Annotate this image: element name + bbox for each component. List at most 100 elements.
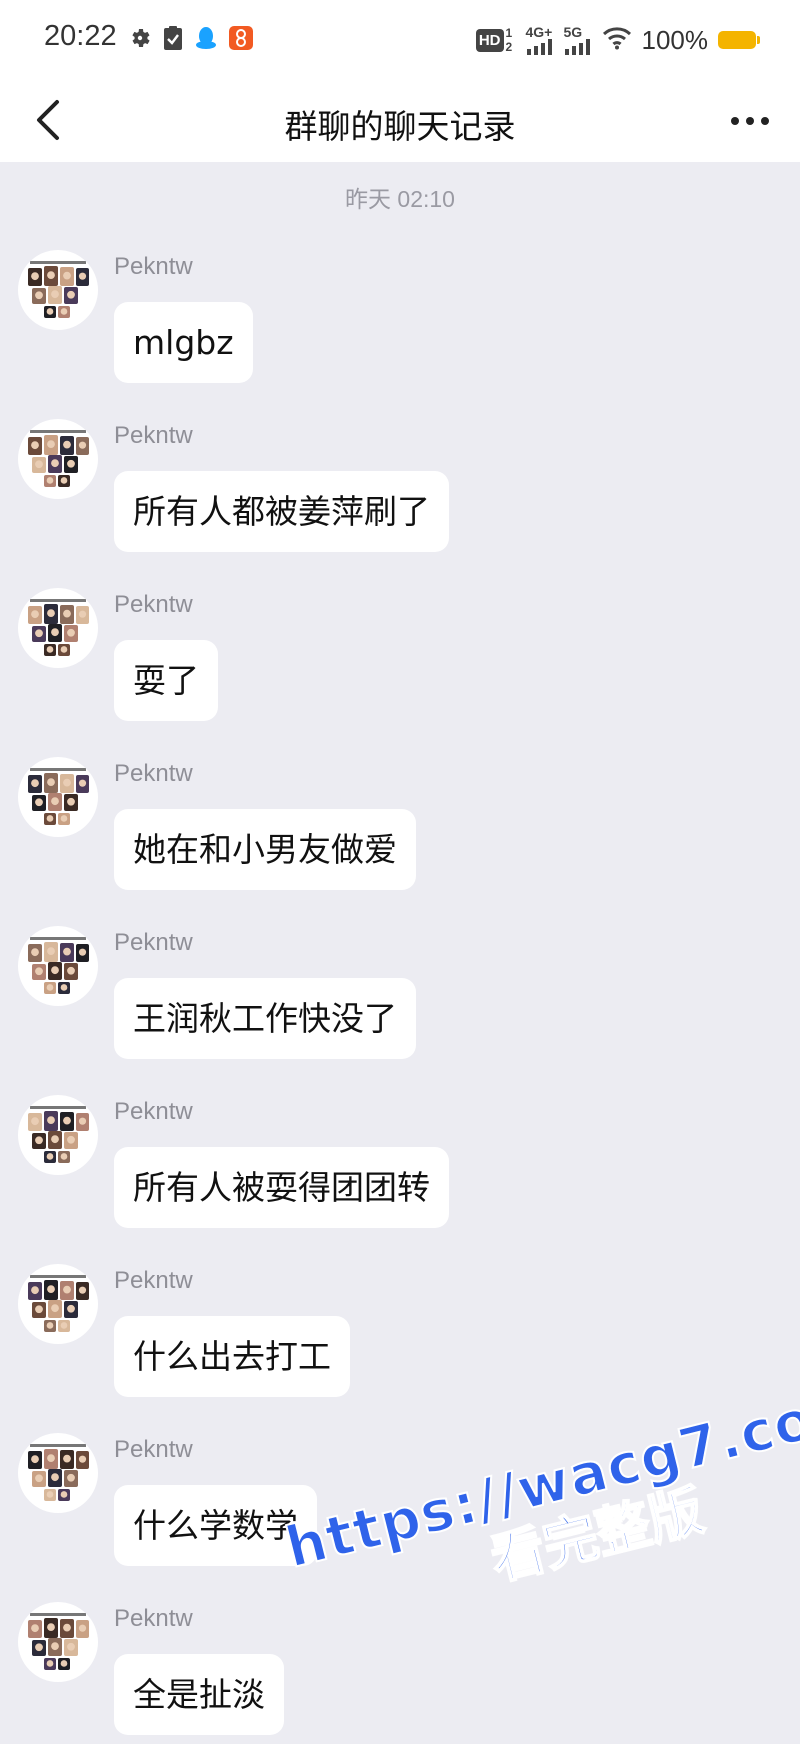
- avatar-face: [78, 441, 87, 449]
- message-row: Pekntw 耍了: [0, 588, 800, 757]
- avatar-face: [47, 271, 55, 279]
- avatar-face: [47, 609, 55, 617]
- avatar-face: [60, 1491, 68, 1498]
- avatar-face: [47, 1623, 55, 1631]
- time-divider: 昨天 02:10: [345, 186, 455, 212]
- avatar-face: [46, 984, 54, 991]
- avatar-face: [67, 797, 75, 806]
- message-bubble[interactable]: mlgbz: [114, 302, 253, 383]
- avatar-collage-image: [28, 937, 89, 994]
- avatar-caption-line: [30, 1106, 86, 1109]
- message-bubble[interactable]: 王润秋工作快没了: [114, 978, 416, 1059]
- page-title: 群聊的聊天记录: [284, 107, 516, 146]
- avatar[interactable]: [18, 250, 98, 330]
- status-time: 20:22: [44, 20, 117, 52]
- message-row: Pekntw 所有人被耍得团团转: [0, 1095, 800, 1264]
- sender-name: Pekntw: [114, 929, 193, 956]
- avatar-face: [35, 1305, 43, 1314]
- message-bubble[interactable]: 什么出去打工: [114, 1316, 350, 1397]
- avatar-face: [60, 1660, 68, 1667]
- chevron-left-icon: [37, 100, 59, 140]
- avatar-face: [31, 1455, 39, 1464]
- avatar-face: [31, 1117, 39, 1126]
- message-row: Pekntw 她在和小男友做爱: [0, 757, 800, 926]
- avatar-face: [35, 291, 43, 300]
- avatar-face: [78, 1624, 87, 1632]
- avatar-face: [51, 1642, 59, 1651]
- sender-name: Pekntw: [114, 422, 193, 449]
- avatar-face: [67, 1304, 75, 1313]
- avatar-collage-image: [28, 599, 89, 656]
- avatar-face: [67, 290, 75, 299]
- avatar-face: [78, 1286, 87, 1294]
- avatar-collage-image: [28, 1106, 89, 1163]
- avatar-face: [63, 1454, 71, 1463]
- avatar-face: [46, 1491, 54, 1498]
- message-bubble[interactable]: 所有人被耍得团团转: [114, 1147, 449, 1228]
- avatar-face: [51, 628, 59, 637]
- avatar-caption-line: [30, 937, 86, 940]
- avatar-face: [51, 1304, 59, 1313]
- avatar-face: [78, 779, 87, 787]
- sender-name: Pekntw: [114, 1098, 193, 1125]
- avatar[interactable]: [18, 588, 98, 668]
- avatar-face: [35, 460, 43, 469]
- avatar-face: [35, 629, 43, 638]
- message-bubble[interactable]: 耍了: [114, 640, 218, 721]
- message-bubble[interactable]: 全是扯淡: [114, 1654, 284, 1735]
- avatar-collage-image: [28, 768, 89, 825]
- avatar-face: [31, 1286, 39, 1295]
- avatar-collage-image: [28, 1613, 89, 1670]
- avatar-face: [31, 1624, 39, 1633]
- avatar[interactable]: [18, 419, 98, 499]
- message-bubble[interactable]: 她在和小男友做爱: [114, 809, 416, 890]
- avatar-face: [60, 1153, 68, 1160]
- more-button[interactable]: [720, 94, 780, 148]
- avatar-caption-line: [30, 768, 86, 771]
- avatar-face: [78, 610, 87, 618]
- avatar[interactable]: [18, 1095, 98, 1175]
- sender-name: Pekntw: [114, 1436, 193, 1463]
- message-row: Pekntw mlgbz: [0, 250, 800, 419]
- avatar-face: [47, 778, 55, 786]
- avatar-face: [35, 1643, 43, 1652]
- avatar-face: [67, 1642, 75, 1651]
- avatar-face: [47, 947, 55, 955]
- avatar-face: [46, 1153, 54, 1160]
- sender-name: Pekntw: [114, 253, 193, 280]
- avatar-face: [67, 459, 75, 468]
- avatar-face: [63, 271, 71, 280]
- avatar[interactable]: [18, 1602, 98, 1682]
- message-row: Pekntw 全是扯淡: [0, 1602, 800, 1744]
- avatar-face: [60, 477, 68, 484]
- avatar-face: [31, 441, 39, 450]
- sender-name: Pekntw: [114, 760, 193, 787]
- avatar-caption-line: [30, 1444, 86, 1447]
- avatar-face: [31, 948, 39, 957]
- avatar[interactable]: [18, 926, 98, 1006]
- avatar-face: [47, 1285, 55, 1293]
- system-status-icons: HD 1 2 4G+ 5G 100%: [475, 22, 760, 58]
- message-row: Pekntw 所有人都被姜萍刷了: [0, 419, 800, 588]
- back-button[interactable]: [20, 92, 76, 148]
- avatar-face: [35, 1136, 43, 1145]
- avatar-face: [35, 967, 43, 976]
- app-badge-icon: [228, 25, 254, 55]
- avatar[interactable]: [18, 1264, 98, 1344]
- avatar-face: [51, 1473, 59, 1482]
- avatar-caption-line: [30, 599, 86, 602]
- avatar-face: [47, 1454, 55, 1462]
- avatar-face: [51, 1135, 59, 1144]
- sender-name: Pekntw: [114, 1267, 193, 1294]
- avatar[interactable]: [18, 1433, 98, 1513]
- avatar-face: [51, 966, 59, 975]
- message-row: Pekntw 王润秋工作快没了: [0, 926, 800, 1095]
- chat-history-screen: 20:22 HD 1 2 4G+ 5G 100% 群聊的聊天记录 昨天 02:1…: [0, 0, 800, 1744]
- avatar-face: [60, 984, 68, 991]
- avatar-caption-line: [30, 1275, 86, 1278]
- avatar[interactable]: [18, 757, 98, 837]
- avatar-face: [78, 1117, 87, 1125]
- message-bubble[interactable]: 所有人都被姜萍刷了: [114, 471, 449, 552]
- avatar-face: [63, 440, 71, 449]
- avatar-face: [60, 308, 68, 315]
